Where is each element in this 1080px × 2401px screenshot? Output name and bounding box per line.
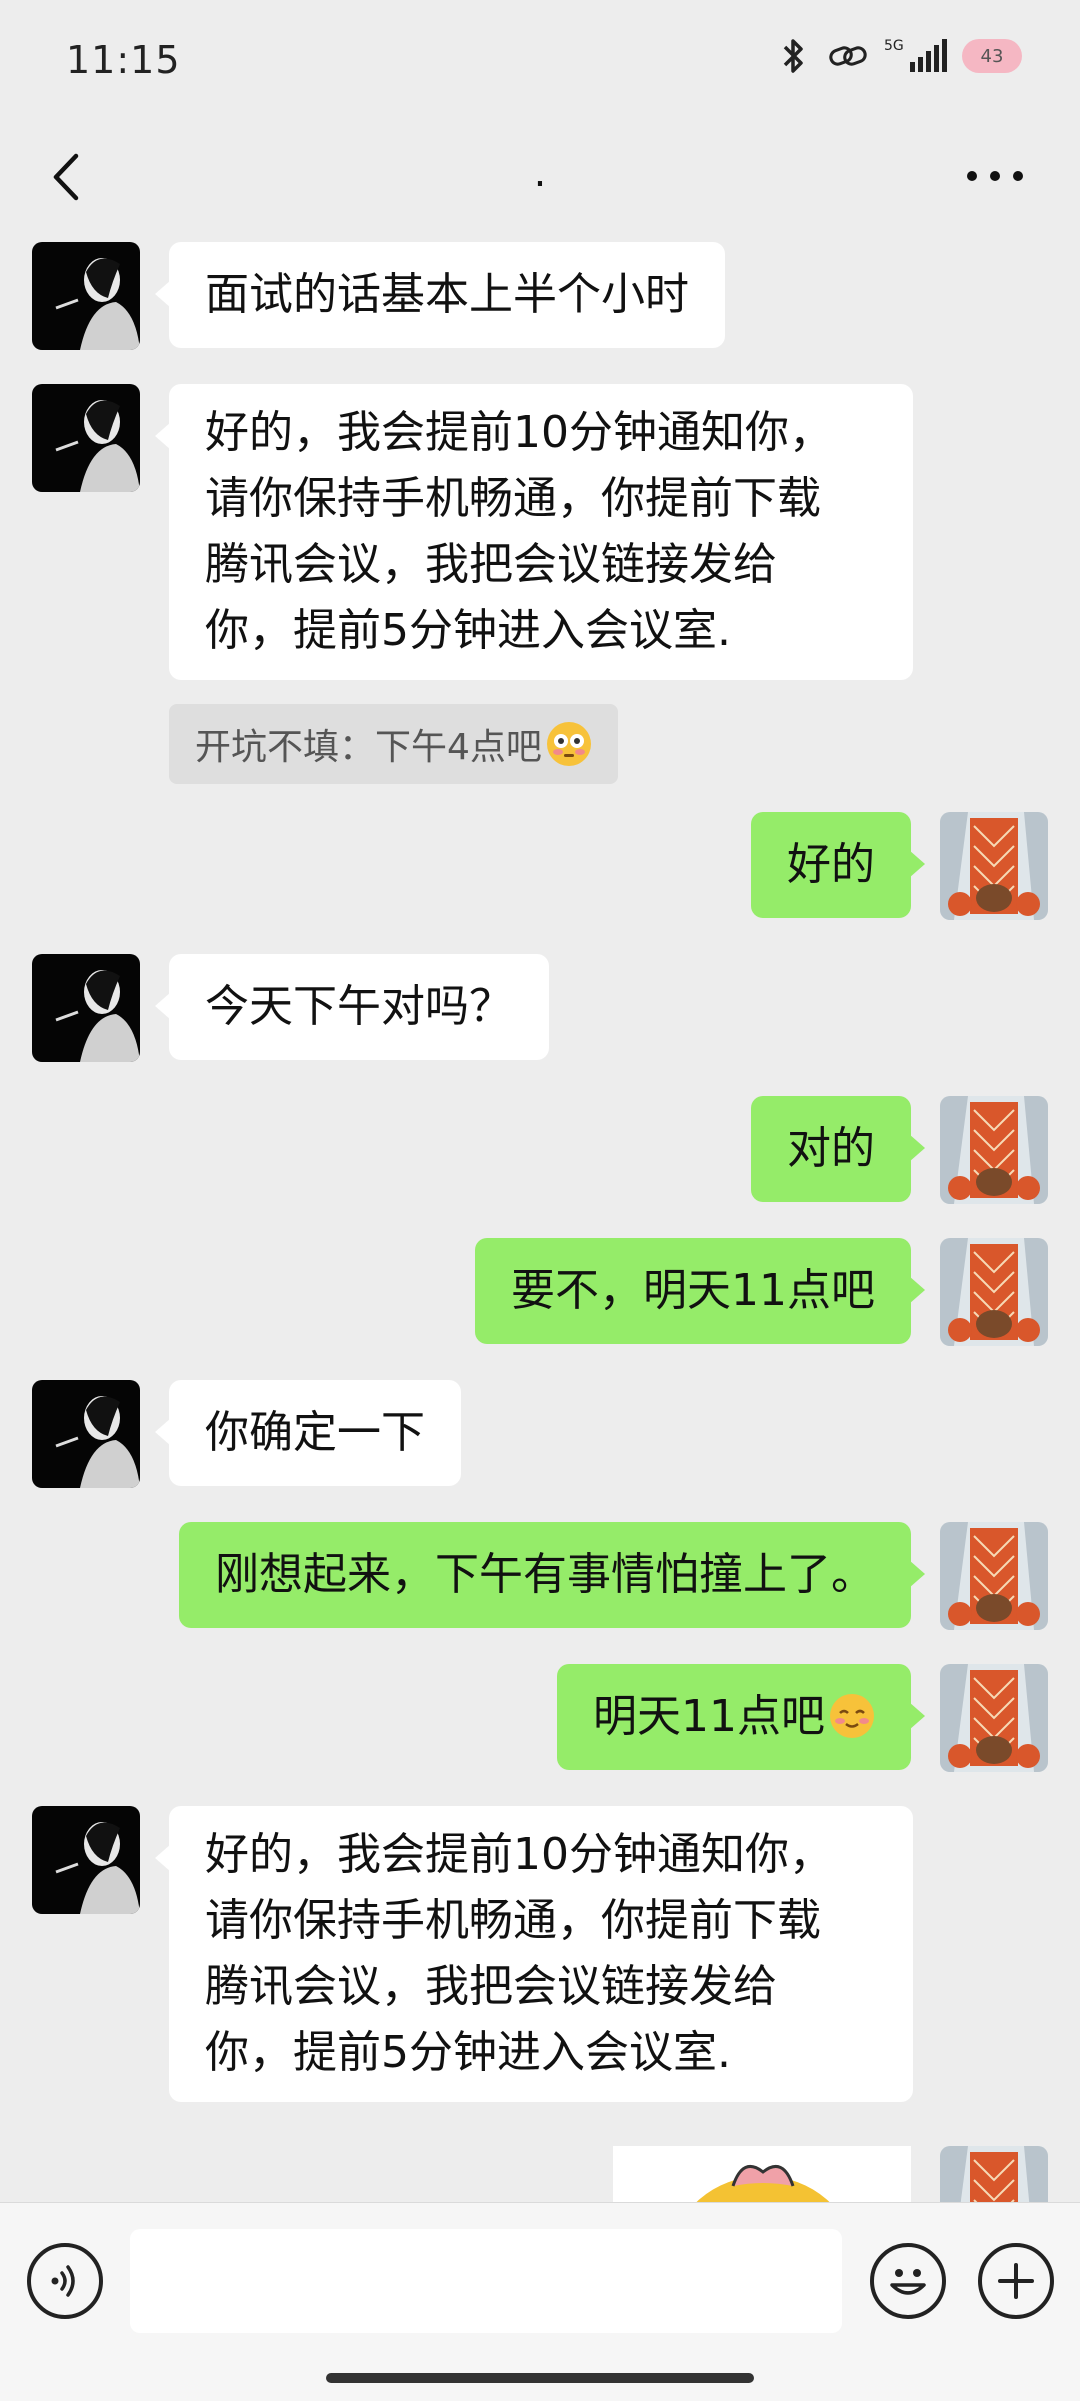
contact-avatar[interactable] xyxy=(32,1380,140,1488)
home-indicator[interactable] xyxy=(326,2373,754,2383)
chat-area[interactable]: 面试的话基本上半个小时 好的，我会提前10分钟通知你， 请你保持手机畅通，你提前… xyxy=(0,234,1080,2202)
status-icons: 5G 43 xyxy=(774,36,1022,76)
message-line: 你，提前5分钟进入会议室. xyxy=(205,605,731,656)
message-line: 腾讯会议，我把会议链接发给 xyxy=(205,539,777,590)
message-line: 请你保持手机畅通，你提前下载 xyxy=(205,473,821,524)
my-avatar[interactable] xyxy=(940,2146,1048,2202)
quote-text: 开坑不填：下午4点吧 xyxy=(195,727,542,768)
message-text: 今天下午对吗？ xyxy=(205,981,513,1032)
my-avatar[interactable] xyxy=(940,1096,1048,1204)
message-bubble-outgoing[interactable]: 刚想起来，下午有事情怕撞上了。 xyxy=(179,1522,925,1628)
message-line: 好的，我会提前10分钟通知你， xyxy=(205,407,833,458)
message-text: 好的 xyxy=(787,839,875,890)
my-avatar[interactable] xyxy=(940,1664,1048,1772)
message-line: 请你保持手机畅通，你提前下载 xyxy=(205,1895,821,1946)
more-icon[interactable] xyxy=(960,156,1030,196)
message-bubble-outgoing[interactable]: 明天11点吧 xyxy=(557,1664,925,1770)
message-bubble-incoming[interactable]: 面试的话基本上半个小时 xyxy=(155,242,725,348)
message-bubble-outgoing[interactable]: 好的 xyxy=(751,812,925,918)
quoted-message[interactable]: 开坑不填：下午4点吧 xyxy=(169,704,618,784)
contact-avatar[interactable] xyxy=(32,1806,140,1914)
message-text: 刚想起来，下午有事情怕撞上了。 xyxy=(215,1549,875,1600)
link-icon xyxy=(828,36,868,76)
chat-header: . xyxy=(0,120,1080,234)
battery-level: 43 xyxy=(980,45,1004,67)
chat-title: . xyxy=(533,150,547,196)
contact-avatar[interactable] xyxy=(32,954,140,1062)
my-avatar[interactable] xyxy=(940,1522,1048,1630)
message-line: 腾讯会议，我把会议链接发给 xyxy=(205,1961,777,2012)
message-text: 你确定一下 xyxy=(205,1407,425,1458)
message-input[interactable] xyxy=(130,2229,842,2333)
bluetooth-icon xyxy=(774,36,814,76)
message-text: 要不，明天11点吧 xyxy=(511,1265,875,1316)
voice-icon[interactable] xyxy=(27,2243,103,2319)
my-avatar[interactable] xyxy=(940,1238,1048,1346)
my-avatar[interactable] xyxy=(940,812,1048,920)
message-text: 明天11点吧 xyxy=(593,1691,825,1742)
smiling-face-icon xyxy=(829,1692,875,1738)
status-time: 11:15 xyxy=(66,38,181,82)
network-label: 5G xyxy=(884,38,904,54)
battery-icon: 43 xyxy=(962,39,1022,73)
input-bar xyxy=(0,2202,1080,2401)
contact-avatar[interactable] xyxy=(32,384,140,492)
message-bubble-outgoing[interactable]: 对的 xyxy=(751,1096,925,1202)
message-text: 面试的话基本上半个小时 xyxy=(205,269,689,320)
status-bar: 11:15 5G 43 xyxy=(0,0,1080,120)
message-bubble-incoming[interactable]: 你确定一下 xyxy=(155,1380,461,1486)
message-text: 对的 xyxy=(787,1123,875,1174)
emoji-icon[interactable] xyxy=(870,2243,946,2319)
message-line: 你，提前5分钟进入会议室. xyxy=(205,2027,731,2078)
message-bubble-incoming[interactable]: 今天下午对吗？ xyxy=(155,954,549,1060)
signal-icon: 5G xyxy=(882,36,948,76)
plus-icon[interactable] xyxy=(978,2243,1054,2319)
sticker-cartoon-icon[interactable] xyxy=(613,2146,911,2202)
message-bubble-incoming[interactable]: 好的，我会提前10分钟通知你， 请你保持手机畅通，你提前下载 腾讯会议，我把会议… xyxy=(155,1806,913,2102)
message-bubble-incoming[interactable]: 好的，我会提前10分钟通知你， 请你保持手机畅通，你提前下载 腾讯会议，我把会议… xyxy=(155,384,913,680)
contact-avatar[interactable] xyxy=(32,242,140,350)
flushed-face-icon xyxy=(546,721,592,767)
message-line: 好的，我会提前10分钟通知你， xyxy=(205,1829,833,1880)
message-bubble-outgoing[interactable]: 要不，明天11点吧 xyxy=(475,1238,925,1344)
